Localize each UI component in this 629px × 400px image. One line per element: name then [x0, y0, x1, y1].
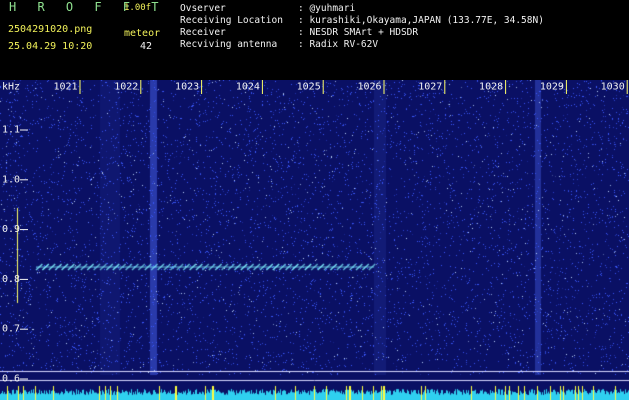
info-label: Receiver: [180, 27, 226, 38]
time-tick-mark: [261, 80, 263, 94]
time-tick-mark: [79, 80, 81, 94]
freq-tick-label: 0.9: [2, 224, 20, 235]
time-tick-label: 1028: [479, 81, 503, 92]
time-tick-mark: [505, 80, 507, 94]
spectrogram-overlay: kHz 1021 1022 1023 1024 1025 1026 1027 1028 1029…: [2, 80, 628, 385]
freq-tick-label: 1.1: [2, 125, 20, 136]
time-tick-mark: [565, 80, 567, 94]
freq-tick-mark: [20, 328, 28, 330]
info-value: : Radix RV-62V: [298, 39, 379, 50]
image-filename: 2504291020.png: [8, 24, 93, 35]
freq-unit-label: kHz: [2, 81, 20, 92]
info-observer: Ovserver : @yuhmari: [180, 3, 355, 14]
meteor-count: 42: [140, 41, 153, 52]
info-value: : kurashiki,Okayama,JAPAN (133.77E, 34.5…: [298, 15, 544, 26]
freq-tick-mark: [20, 229, 28, 231]
freq-tick-mark: [20, 278, 28, 280]
freq-tick-label: 0.8: [2, 274, 20, 285]
time-tick-mark: [383, 80, 385, 94]
time-tick-label: 1024: [236, 81, 260, 92]
time-tick-label: 1030: [601, 81, 625, 92]
time-tick-label: 1026: [357, 81, 381, 92]
info-value: : NESDR SMArt + HDSDR: [298, 27, 419, 38]
app-version: 1.00f: [124, 3, 152, 13]
time-tick-label: 1023: [175, 81, 199, 92]
info-label: Recviving antenna: [180, 39, 278, 50]
time-tick-label: 1022: [114, 81, 138, 92]
info-location: Receiving Location : kurashiki,Okayama,JA…: [180, 15, 544, 26]
time-tick-mark: [322, 80, 324, 94]
header-panel: H R O F F T 1.00f 2504291020.png meteor …: [0, 0, 629, 80]
info-label: Receiving Location: [180, 15, 283, 26]
observation-mode: meteor: [124, 28, 161, 39]
time-tick-label: 1027: [418, 81, 442, 92]
time-tick-label: 1021: [53, 81, 77, 92]
freq-tick-label: 0.7: [2, 324, 20, 335]
info-antenna: Recviving antenna : Radix RV-62V: [180, 39, 378, 50]
info-receiver: Receiver : NESDR SMArt + HDSDR: [180, 27, 418, 38]
freq-tick-label: 1.0: [2, 174, 20, 185]
time-tick-label: 1025: [297, 81, 321, 92]
capture-datetime: 25.04.29 10:20: [8, 41, 93, 52]
time-tick-mark: [444, 80, 446, 94]
freq-tick-mark: [20, 378, 28, 380]
time-tick-mark: [626, 80, 628, 94]
time-tick-mark: [201, 80, 203, 94]
info-value: : @yuhmari: [298, 3, 356, 14]
spectrogram-panel: kHz 1021 1022 1023 1024 1025 1026 1027 1028 1029…: [0, 80, 629, 400]
time-tick-label: 1029: [540, 81, 564, 92]
freq-tick-label: 0.6: [2, 374, 20, 385]
freq-tick-mark: [20, 179, 28, 181]
freq-tick-mark: [20, 129, 28, 131]
info-label: Ovserver: [180, 3, 226, 14]
hrofft-window: { "header": { "app_name": "H R O F F T",…: [0, 0, 629, 400]
time-tick-mark: [140, 80, 142, 94]
